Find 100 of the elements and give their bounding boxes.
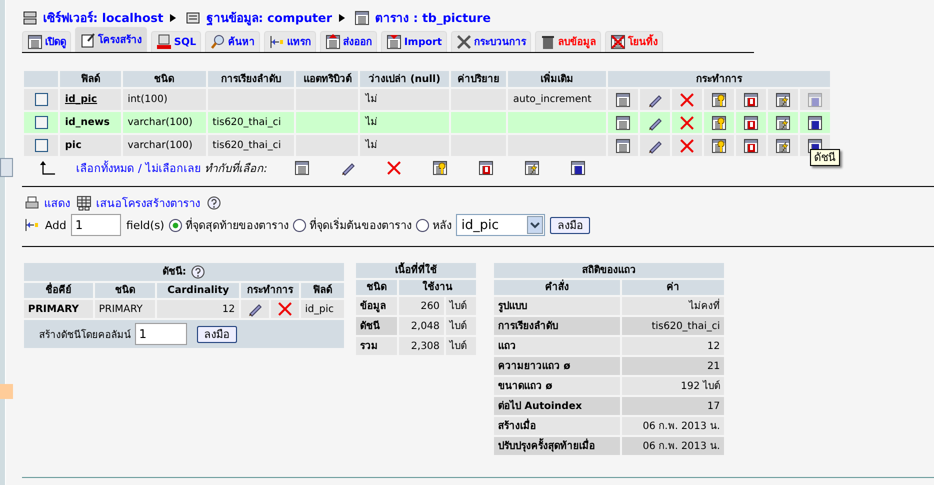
table-icon[interactable] <box>615 114 631 130</box>
cross-icon[interactable] <box>679 114 695 130</box>
database-icon <box>185 10 202 26</box>
field-count-input[interactable]: 1 <box>71 214 122 236</box>
table-cell: ความยาวแถว ø <box>494 357 620 375</box>
help-icon[interactable] <box>190 264 206 280</box>
table-badge-icon[interactable] <box>743 92 759 108</box>
separator-arrow-icon <box>338 13 346 23</box>
table-cell: 06 ก.พ. 2013 น. <box>622 417 724 435</box>
column-header: ใช้งาน <box>399 280 476 295</box>
go-button[interactable]: ลงมือ <box>197 326 237 343</box>
table-icon[interactable] <box>615 92 631 108</box>
table-square-icon[interactable] <box>807 114 823 130</box>
field-name: id_news <box>65 117 110 128</box>
table-square-icon[interactable] <box>570 160 586 176</box>
table-cell: ต่อไป Autoindex <box>494 397 620 415</box>
table-cell: 12 <box>622 337 724 355</box>
check-all-link[interactable]: เลือกทั้งหมด <box>76 162 134 174</box>
cross-icon[interactable] <box>386 160 402 176</box>
radio-button[interactable] <box>293 218 306 232</box>
link[interactable]: เสนอโครงสร้างตาราง <box>96 196 200 210</box>
table-cell: tis620_thai_ci <box>208 135 294 156</box>
table-cell: varchar(100) <box>122 112 206 133</box>
radio-button[interactable] <box>416 218 430 232</box>
table-bolt-icon[interactable] <box>775 138 791 154</box>
table-cross-icon <box>610 34 626 50</box>
table-cell: การเรียงลำดับ <box>494 317 620 335</box>
table-badge-icon[interactable] <box>743 114 759 130</box>
table-key-icon[interactable] <box>711 138 727 154</box>
breadcrumb-link[interactable]: ฐานข้อมูล: computer <box>206 12 332 24</box>
create-index-label: สร้างดัชนีโดยคอลัมน์ <box>39 330 131 341</box>
column-count-input[interactable]: 1 <box>135 323 187 345</box>
table-icon <box>27 34 43 50</box>
table-cell: ไม่คงที่ <box>622 297 724 315</box>
table-cell: ไบต์ <box>446 337 476 355</box>
insert-row-icon <box>269 34 286 50</box>
column-header: การเรียงลำดับ <box>208 71 294 87</box>
tab[interactable]: กระบวนการ <box>450 31 531 52</box>
trash-icon <box>540 34 556 50</box>
insert-row-icon <box>24 217 40 233</box>
tab[interactable]: SQL <box>151 31 202 52</box>
table-cell: รูปแบบ <box>494 297 620 315</box>
table-badge-icon[interactable] <box>743 138 759 154</box>
field-select[interactable]: id_pic <box>456 214 546 236</box>
column-header: ว่างเปล่า (null) <box>360 71 449 87</box>
table-title: เนื้อที่ที่ใช้ <box>356 263 476 278</box>
table-icon[interactable] <box>294 160 310 176</box>
add-label: Add <box>45 218 66 232</box>
checkbox[interactable] <box>34 138 48 152</box>
link[interactable]: แสดง <box>44 196 70 210</box>
separator-text: / <box>138 162 142 174</box>
column-header: ฟิลด์ <box>300 283 344 298</box>
search-icon <box>210 34 226 50</box>
table-bolt-icon[interactable] <box>775 92 791 108</box>
table-key-icon[interactable] <box>711 92 727 108</box>
checkbox[interactable] <box>34 92 48 106</box>
tooltip: ดัชนี <box>810 149 840 166</box>
table-cell: PRIMARY <box>24 300 93 318</box>
breadcrumb-link[interactable]: ตาราง : tb_picture <box>375 12 491 24</box>
column-header: คำสั่ง <box>494 280 620 295</box>
table-cell: แถว <box>494 337 620 355</box>
column-header: กระทำการ <box>608 71 830 87</box>
column-header: แอตทริบิวต์ <box>296 71 358 87</box>
table-title: ดัชนี: <box>162 266 186 278</box>
column-header: ค่า <box>622 280 724 295</box>
tab[interactable]: แทรก <box>264 31 316 52</box>
table-cell: ไม่ <box>360 135 449 156</box>
radio-label: ที่จุดสุดท้ายของตาราง <box>185 218 288 232</box>
table-cell: 06 ก.พ. 2013 น. <box>622 437 724 455</box>
table-badge-icon[interactable] <box>478 160 494 176</box>
table-key-icon[interactable] <box>432 160 448 176</box>
table-key-icon[interactable] <box>711 114 727 130</box>
radio-button[interactable] <box>169 218 182 232</box>
tab[interactable]: Import <box>381 31 447 52</box>
table-cell: ดัชนี <box>356 317 398 335</box>
cross-icon[interactable] <box>276 301 293 317</box>
tab[interactable]: โครงสร้าง <box>75 27 147 52</box>
table-cell: 17 <box>622 397 724 415</box>
uncheck-all-link[interactable]: ไม่เลือกเลย <box>146 162 201 174</box>
go-button[interactable]: ลงมือ <box>550 216 590 234</box>
column-header: ชนิด <box>356 280 398 295</box>
document-icon <box>80 32 96 48</box>
table-bolt-icon[interactable] <box>775 114 791 130</box>
tab[interactable]: เปิดดู <box>22 31 71 52</box>
table-cell: tis620_thai_ci <box>208 112 294 133</box>
radio-label: ที่จุดเริ่มต้นของตาราง <box>309 218 412 232</box>
server-icon <box>22 10 38 26</box>
table-cell: รวม <box>356 337 398 355</box>
table-icon[interactable] <box>615 138 631 154</box>
table-cell: PRIMARY <box>94 300 156 318</box>
table-bolt-icon[interactable] <box>524 160 540 176</box>
tab[interactable]: ค้นหา <box>205 31 260 52</box>
help-icon[interactable] <box>206 195 222 211</box>
tab[interactable]: ส่งออก <box>320 31 378 52</box>
cross-icon[interactable] <box>679 138 695 154</box>
breadcrumb-link[interactable]: เซิร์ฟเวอร์: localhost <box>43 12 164 24</box>
unit-label: field(s) <box>126 218 164 232</box>
table-title: สถิติของแถว <box>494 263 724 278</box>
cross-icon[interactable] <box>679 92 695 108</box>
checkbox[interactable] <box>34 116 48 129</box>
